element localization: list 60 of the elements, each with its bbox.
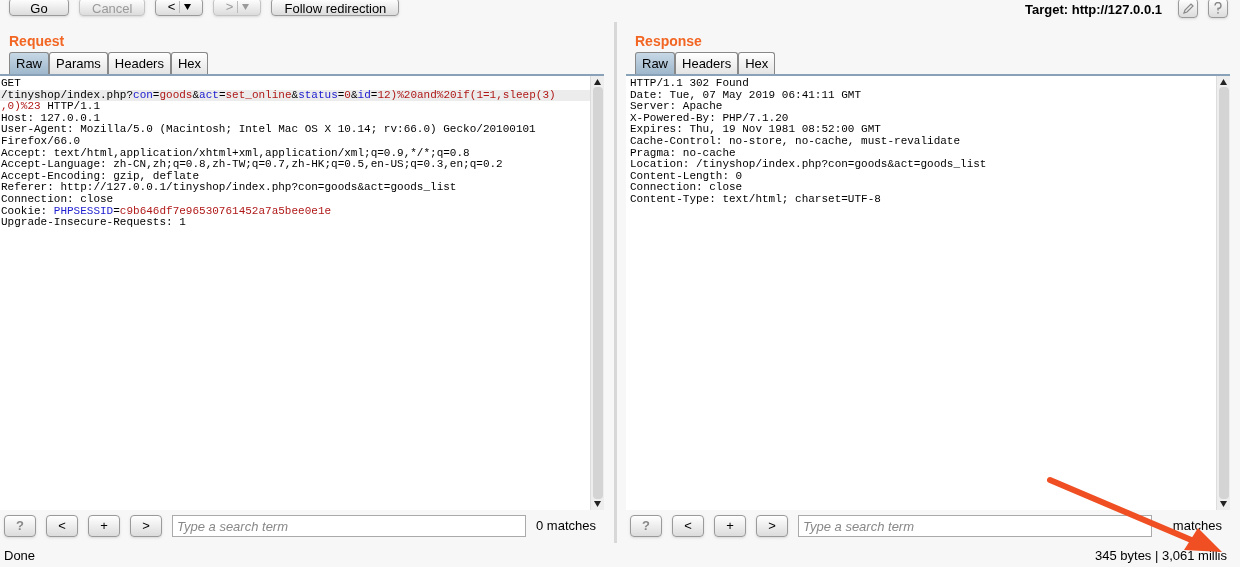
scroll-down-icon[interactable]: [594, 501, 601, 507]
match-count: matches: [1171, 517, 1223, 536]
code-line: Content-Type: text/html; charset=UTF-8: [629, 193, 882, 206]
search-nav-button[interactable]: >: [756, 515, 788, 537]
code-line: Date: Tue, 07 May 2019 06:41:11 GMT: [629, 89, 863, 101]
code-line: Upgrade-Insecure-Requests: 1: [0, 217, 187, 229]
match-count: 0 matches: [536, 517, 597, 536]
code-line: Referer: http://127.0.0.1/tinyshop/index.php?con=goods&act=goods_list: [0, 182, 458, 194]
search-nav-button[interactable]: +: [714, 515, 746, 537]
code-line: X-Powered-By: PHP/7.1.20: [629, 112, 790, 125]
tab[interactable]: Headers: [107, 52, 171, 74]
pencil-icon: [1182, 2, 1194, 14]
code-line: User-Agent: Mozilla/5.0 (Macintosh; Intel Mac OS X 10.14; rv:66.0) Gecko/20100101: [0, 124, 537, 136]
response-stats: 345 bytes | 3,061 millis: [1095, 547, 1227, 566]
code-line: Cookie: PHPSESSID=c9b646df7e96530761452a7a5bee0e1e: [0, 205, 333, 217]
code-line: Cache-Control: no-store, no-cache, must-revalidate: [629, 135, 962, 148]
pane-title: Request: [8, 32, 66, 50]
code-line: HTTP/1.1 302 Found: [629, 78, 750, 90]
history-button[interactable]: <: [155, 0, 204, 16]
edit-button[interactable]: [1178, 0, 1198, 18]
code-line: Location: /tinyshop/index.php?con=goods&act=goods_list: [629, 159, 988, 171]
code-line: GET: [0, 78, 22, 90]
code-line: Expires: Thu, 19 Nov 1981 08:52:00 GMT: [629, 124, 882, 136]
pane-title: Response: [634, 32, 703, 50]
tab[interactable]: Hex: [170, 52, 209, 74]
tab[interactable]: Raw: [9, 52, 49, 74]
code-line: Content-Length: 0: [629, 170, 744, 182]
tab[interactable]: Hex: [738, 52, 776, 74]
code-line: Host: 127.0.0.1: [0, 112, 102, 124]
tab[interactable]: Raw: [635, 52, 675, 74]
scrollbar[interactable]: [590, 76, 604, 510]
code-line: Server: Apache: [629, 101, 724, 113]
search-field[interactable]: Type a search term: [798, 515, 1152, 537]
help-icon: [1214, 2, 1222, 14]
toolbar-button[interactable]: Go: [9, 0, 69, 16]
code-line: ,0)%23 HTTP/1.1: [0, 101, 102, 113]
status-text: Done: [4, 547, 36, 566]
search-nav-button[interactable]: <: [46, 515, 78, 537]
code-line: Accept-Encoding: gzip, deflate: [0, 170, 201, 182]
dropdown-caret-icon: [242, 4, 250, 10]
code-line: Connection: close: [629, 182, 744, 194]
code-line: Accept: text/html,application/xhtml+xml,application/xml;q=0.9,*/*;q=0.8: [0, 147, 471, 159]
search-nav-button[interactable]: +: [88, 515, 120, 537]
scrollbar[interactable]: [1216, 76, 1230, 510]
scroll-down-icon[interactable]: [1220, 501, 1227, 507]
code-line: Connection: close: [0, 193, 115, 206]
toolbar-button[interactable]: Follow redirection: [271, 0, 400, 16]
code-line: Accept-Language: zh-CN,zh;q=0.8,zh-TW;q=0.7,zh-HK;q=0.5,en-US;q=0.3,en;q=0.2: [0, 159, 504, 171]
search-field[interactable]: Type a search term: [172, 515, 526, 537]
scroll-up-icon[interactable]: [594, 79, 601, 85]
search-nav-button[interactable]: >: [130, 515, 162, 537]
scroll-up-icon[interactable]: [1220, 79, 1227, 85]
dropdown-caret-icon: [184, 4, 192, 10]
search-nav-button[interactable]: <: [672, 515, 704, 537]
tab[interactable]: Headers: [675, 52, 739, 74]
code-line: Pragma: no-cache: [629, 147, 737, 159]
code-line: Firefox/66.0: [0, 135, 82, 148]
target-label: Target: http://127.0.0.1: [1025, 1, 1162, 19]
help-button[interactable]: [1208, 0, 1228, 18]
tab[interactable]: Params: [49, 52, 108, 74]
